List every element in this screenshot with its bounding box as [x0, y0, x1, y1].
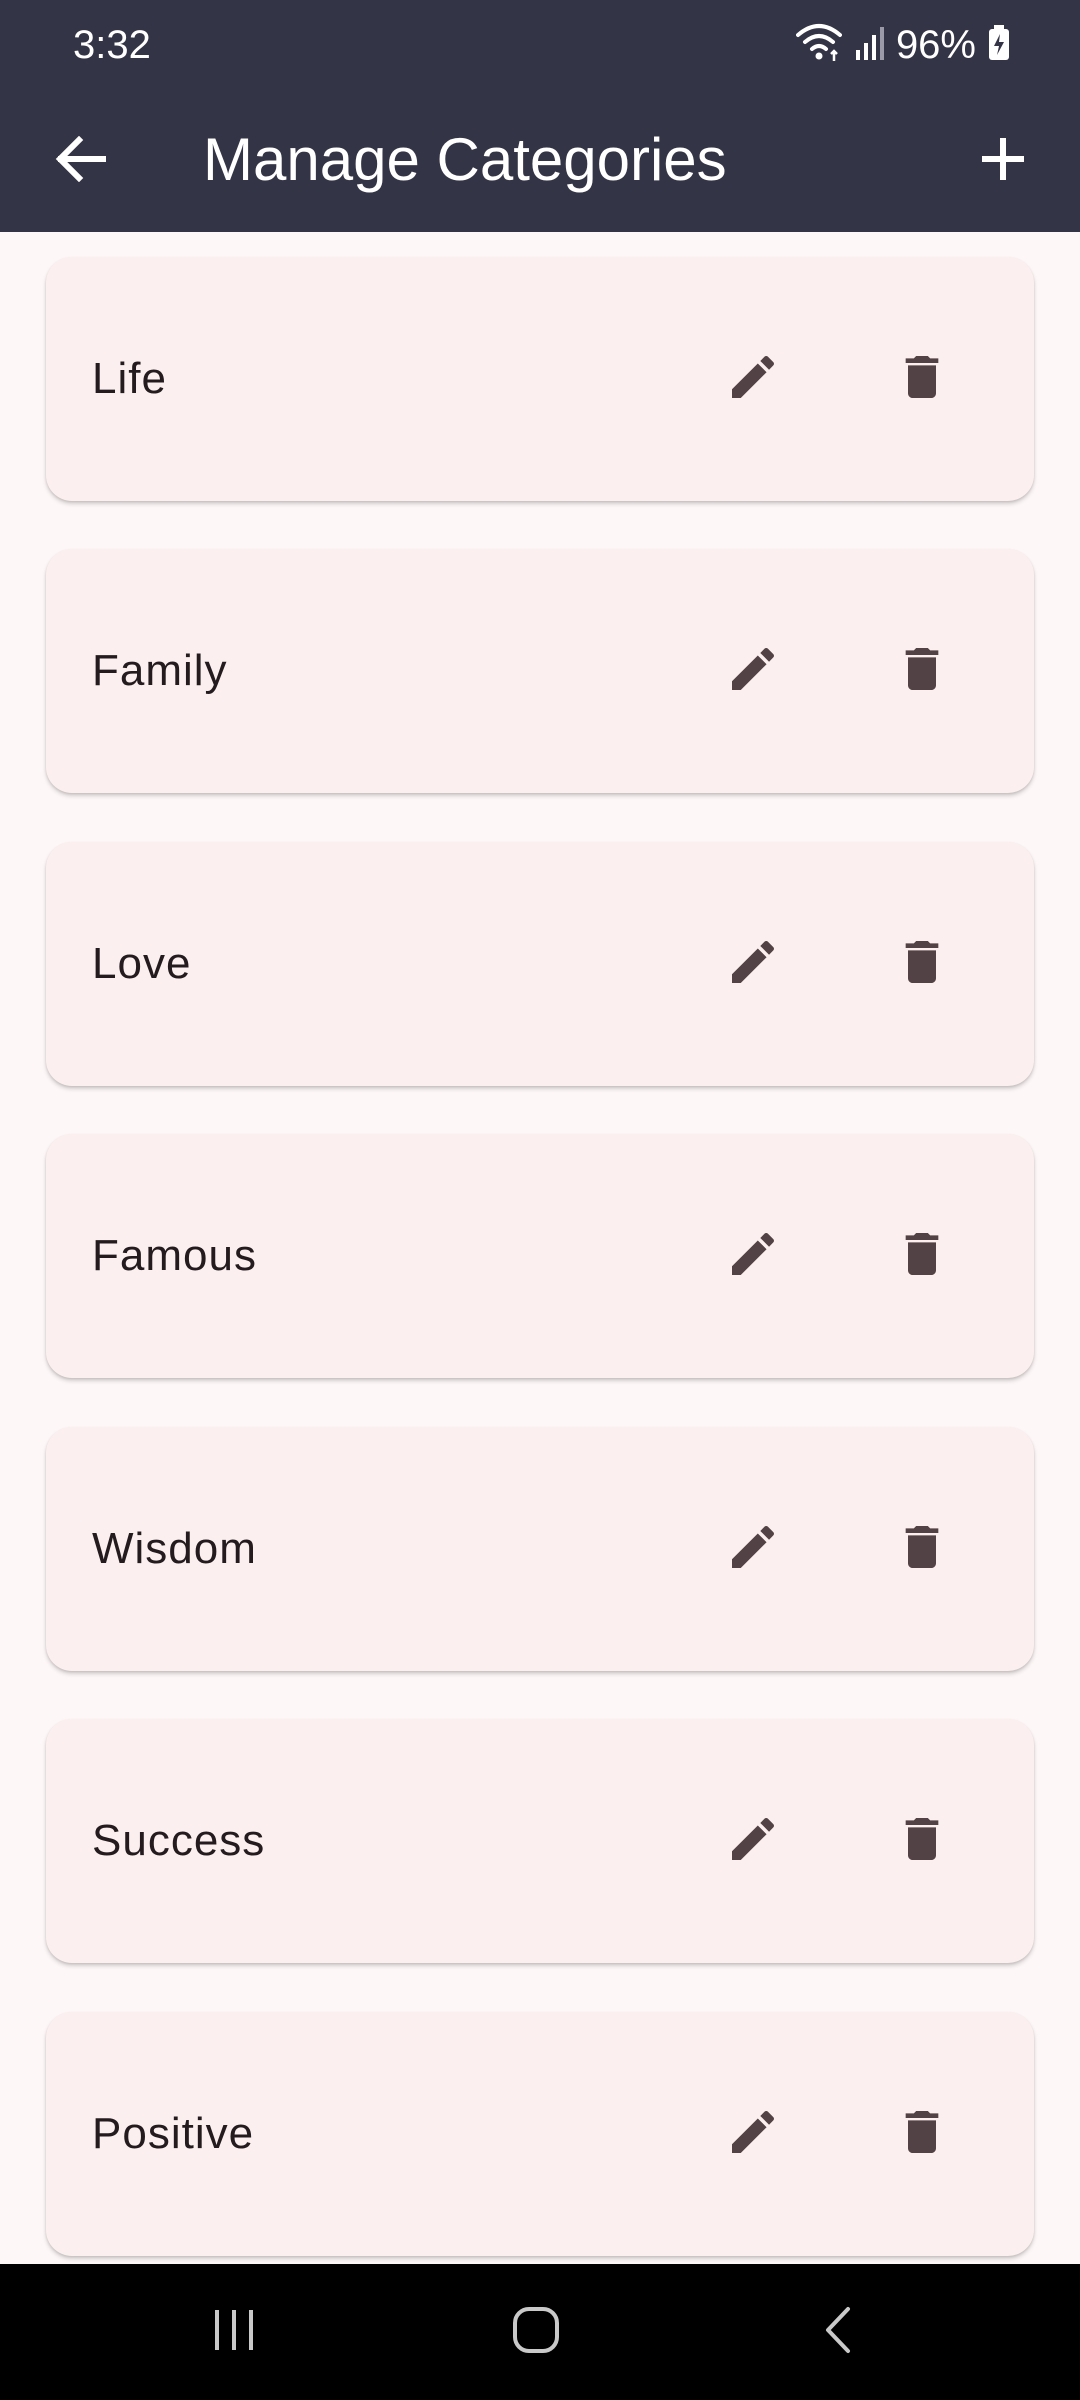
trash-icon	[894, 1811, 950, 1872]
back-icon	[818, 2305, 858, 2360]
battery-charging-icon	[988, 24, 1010, 66]
delete-button[interactable]	[872, 1791, 972, 1891]
pencil-icon	[725, 1811, 781, 1872]
category-label: Wisdom	[92, 1524, 257, 1573]
battery-percent: 96%	[895, 23, 976, 67]
category-card: Family	[46, 549, 1034, 793]
category-label: Life	[92, 354, 167, 403]
category-label: Success	[92, 1816, 266, 1865]
category-label: Family	[92, 646, 228, 695]
delete-button[interactable]	[872, 329, 972, 429]
home-button[interactable]	[476, 2282, 596, 2382]
pencil-icon	[725, 349, 781, 410]
edit-button[interactable]	[703, 1499, 803, 1599]
trash-icon	[894, 349, 950, 410]
pencil-icon	[725, 641, 781, 702]
category-card: Success	[46, 1719, 1034, 1963]
delete-button[interactable]	[872, 1499, 972, 1599]
page-title: Manage Categories	[203, 126, 727, 193]
trash-icon	[894, 934, 950, 995]
add-category-button[interactable]	[968, 126, 1038, 196]
trash-icon	[894, 1519, 950, 1580]
recent-apps-icon	[209, 2306, 259, 2359]
arrow-left-icon	[55, 135, 107, 187]
edit-button[interactable]	[703, 1791, 803, 1891]
delete-button[interactable]	[872, 621, 972, 721]
edit-button[interactable]	[703, 329, 803, 429]
system-nav-bar	[0, 2264, 1080, 2400]
pencil-icon	[725, 1226, 781, 1287]
category-card: Love	[46, 842, 1034, 1086]
status-icons: 96%	[795, 20, 1010, 70]
back-button[interactable]	[46, 126, 116, 196]
home-icon	[511, 2305, 561, 2360]
pencil-icon	[725, 1519, 781, 1580]
category-label: Positive	[92, 2109, 255, 2158]
delete-button[interactable]	[872, 1206, 972, 1306]
trash-icon	[894, 2104, 950, 2165]
category-list: Life Family Love Famous Wisdom Success P…	[0, 232, 1080, 2264]
pencil-icon	[725, 934, 781, 995]
category-card: Famous	[46, 1134, 1034, 1378]
edit-button[interactable]	[703, 1206, 803, 1306]
trash-icon	[894, 641, 950, 702]
pencil-icon	[725, 2104, 781, 2165]
category-label: Love	[92, 939, 192, 988]
category-label: Famous	[92, 1231, 257, 1280]
wifi-icon	[795, 23, 842, 68]
plus-icon	[980, 136, 1026, 187]
status-time: 3:32	[73, 23, 151, 67]
system-back-button[interactable]	[778, 2282, 898, 2382]
edit-button[interactable]	[703, 914, 803, 1014]
recent-apps-button[interactable]	[174, 2282, 294, 2382]
category-card: Positive	[46, 2012, 1034, 2256]
trash-icon	[894, 1226, 950, 1287]
edit-button[interactable]	[703, 2084, 803, 2184]
category-card: Life	[46, 257, 1034, 501]
edit-button[interactable]	[703, 621, 803, 721]
signal-icon	[854, 26, 884, 65]
delete-button[interactable]	[872, 914, 972, 1014]
category-card: Wisdom	[46, 1427, 1034, 1671]
app-bar: Manage Categories	[0, 90, 1080, 232]
delete-button[interactable]	[872, 2084, 972, 2184]
status-bar: 3:32 96%	[0, 0, 1080, 90]
